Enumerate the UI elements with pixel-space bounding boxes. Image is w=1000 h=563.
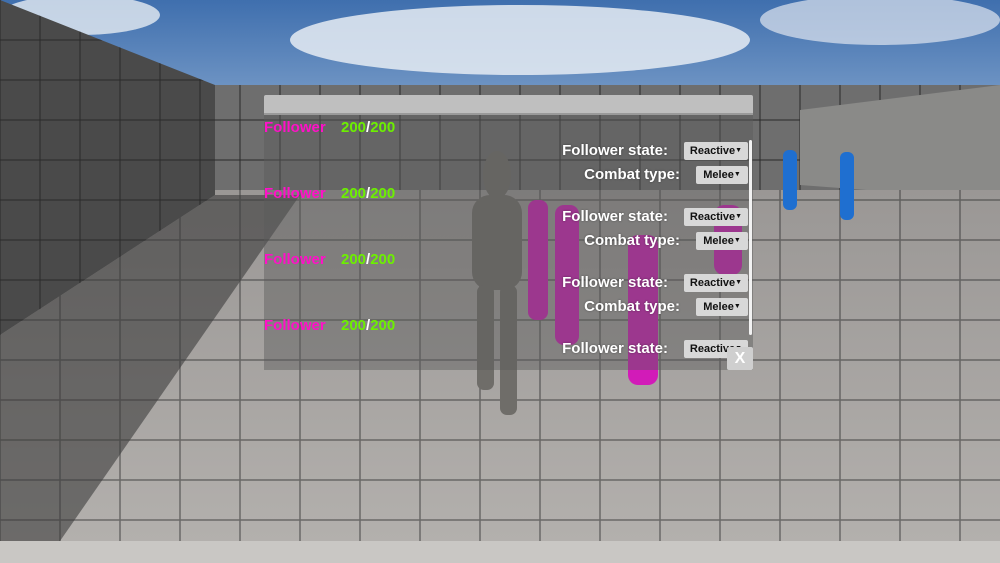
dropdown-arrow-icon: ▼: [733, 171, 741, 179]
close-button[interactable]: X: [727, 347, 753, 370]
follower-state-label: Follower state:: [562, 208, 668, 225]
follower-health: 200/200: [341, 251, 395, 268]
combat-type-label: Combat type:: [584, 298, 680, 315]
follower-health: 200/200: [341, 317, 395, 334]
combat-type-label: Combat type:: [584, 232, 680, 249]
dropdown-value: Melee: [703, 301, 734, 313]
dropdown-arrow-icon: ▼: [735, 147, 743, 155]
dropdown-value: Reactive: [689, 145, 736, 157]
follower-state-label: Follower state:: [562, 340, 668, 357]
hp-max: 200: [370, 185, 396, 202]
combat-type-dropdown[interactable]: Melee▼: [696, 166, 748, 184]
hp-max: 200: [370, 317, 396, 334]
dropdown-value: Melee: [703, 235, 734, 247]
panel-body: Follower 200/200 Follower state: Reactiv…: [264, 115, 753, 370]
dropdown-arrow-icon: ▼: [733, 237, 741, 245]
follower-state-label: Follower state:: [562, 274, 668, 291]
hp-current: 200: [341, 317, 367, 334]
editor-bottom-strip: [0, 541, 1000, 563]
follower-health: 200/200: [341, 185, 395, 202]
dropdown-arrow-icon: ▼: [733, 303, 741, 311]
panel-title-bar[interactable]: [264, 95, 753, 115]
follower-health: 200/200: [341, 119, 395, 136]
follower-name: Follower: [264, 317, 326, 334]
dropdown-arrow-icon: ▼: [735, 213, 743, 221]
dropdown-value: Melee: [703, 169, 734, 181]
dropdown-value: Reactive: [689, 211, 736, 223]
combat-type-dropdown[interactable]: Melee▼: [696, 298, 748, 316]
hp-current: 200: [341, 119, 367, 136]
cloud: [290, 5, 750, 75]
hp-max: 200: [370, 119, 396, 136]
dropdown-arrow-icon: ▼: [735, 279, 743, 287]
follower-name: Follower: [264, 251, 326, 268]
follower-name: Follower: [264, 185, 326, 202]
combat-type-dropdown[interactable]: Melee▼: [696, 232, 748, 250]
followers-panel: Follower 200/200 Follower state: Reactiv…: [264, 95, 753, 370]
follower-state-dropdown[interactable]: Reactive▼: [684, 274, 748, 292]
hp-current: 200: [341, 185, 367, 202]
hp-max: 200: [370, 251, 396, 268]
dropdown-value: Reactive: [689, 277, 736, 289]
follower-name: Follower: [264, 119, 326, 136]
hp-current: 200: [341, 251, 367, 268]
follower-state-dropdown[interactable]: Reactive▼: [684, 142, 748, 160]
panel-scrollbar[interactable]: [749, 140, 752, 335]
follower-state-dropdown[interactable]: Reactive▼: [684, 208, 748, 226]
combat-type-label: Combat type:: [584, 166, 680, 183]
follower-state-label: Follower state:: [562, 142, 668, 159]
